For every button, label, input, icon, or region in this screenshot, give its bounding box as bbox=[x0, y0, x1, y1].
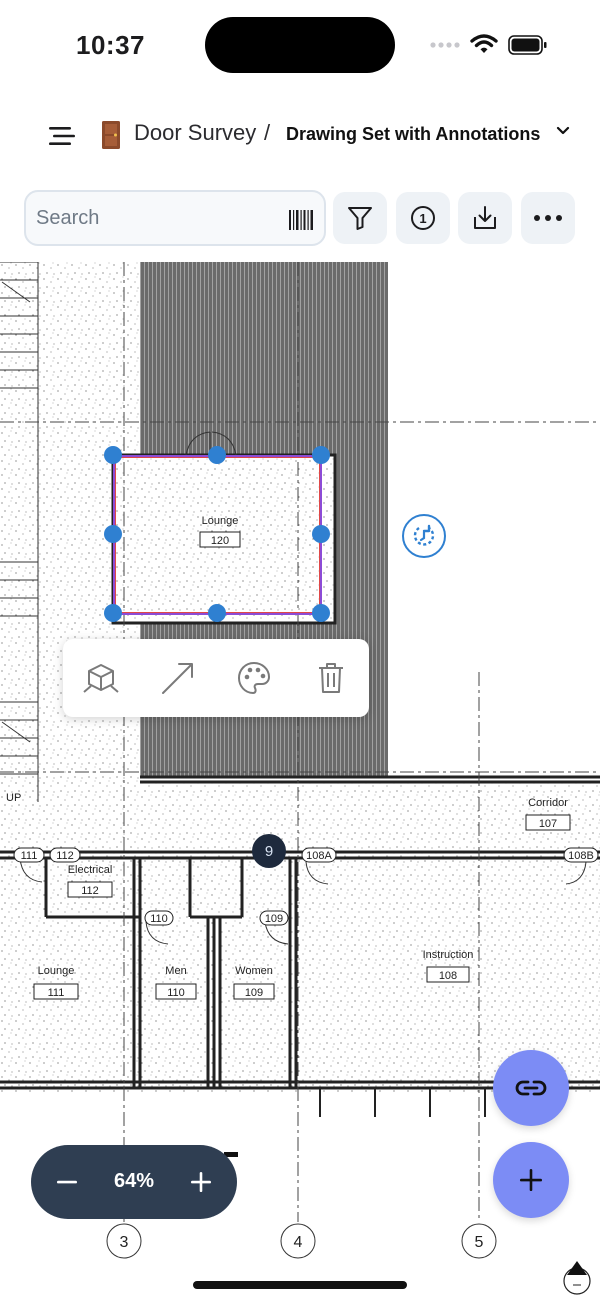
hamburger-icon bbox=[49, 127, 75, 145]
plus-icon bbox=[520, 1169, 542, 1191]
room-number: 112 bbox=[81, 885, 99, 897]
info-count: 1 bbox=[419, 211, 426, 226]
resize-handle-top-left[interactable] bbox=[104, 446, 122, 464]
stair-label: UP bbox=[6, 792, 21, 804]
search-input[interactable] bbox=[36, 200, 276, 236]
filter-icon bbox=[348, 207, 372, 230]
add-fab-button[interactable] bbox=[493, 1142, 569, 1218]
gridline-label: 4 bbox=[294, 1234, 303, 1251]
home-indicator bbox=[193, 1281, 407, 1289]
gridline-label: 3 bbox=[120, 1234, 129, 1251]
door-tag: 111 bbox=[21, 850, 38, 862]
resize-handle-right[interactable] bbox=[312, 525, 330, 543]
barcode-scan-icon[interactable] bbox=[288, 208, 314, 232]
rotate-button[interactable] bbox=[402, 514, 446, 558]
info-count-button[interactable]: 1 bbox=[396, 192, 450, 244]
rotate-icon bbox=[413, 524, 435, 546]
resize-handle-bottom[interactable] bbox=[208, 604, 226, 622]
room-name: Instruction bbox=[423, 949, 474, 961]
breadcrumb-app-title[interactable]: Door Survey bbox=[134, 120, 256, 146]
more-horizontal-icon bbox=[534, 215, 562, 221]
color-button[interactable] bbox=[232, 656, 276, 700]
room-number: 110 bbox=[167, 987, 185, 999]
drawing-title[interactable]: Drawing Set with Annotations bbox=[286, 124, 540, 145]
compass-icon[interactable] bbox=[561, 1259, 593, 1297]
search-box[interactable] bbox=[24, 190, 326, 246]
room-number: 108 bbox=[439, 970, 457, 982]
resize-handle-bottom-right[interactable] bbox=[312, 604, 330, 622]
annotation-pin-badge[interactable]: 9 bbox=[252, 834, 286, 868]
trash-icon bbox=[319, 663, 343, 693]
breadcrumb-separator: / bbox=[264, 120, 271, 145]
door-icon bbox=[102, 121, 120, 149]
3d-box-icon bbox=[83, 664, 119, 693]
gridline-label: 5 bbox=[475, 1234, 484, 1251]
toolbar: 1 bbox=[0, 188, 600, 250]
room-number: 107 bbox=[539, 818, 557, 830]
battery-icon bbox=[508, 35, 547, 55]
status-bar: 10:37 bbox=[0, 0, 600, 90]
download-button[interactable] bbox=[458, 192, 512, 244]
resize-handle-top-right[interactable] bbox=[312, 446, 330, 464]
menu-button[interactable] bbox=[44, 118, 80, 154]
room-name: Corridor bbox=[528, 797, 568, 809]
resize-handle-bottom-left[interactable] bbox=[104, 604, 122, 622]
link-fab-button[interactable] bbox=[493, 1050, 569, 1126]
door-tag: 108B bbox=[568, 850, 594, 862]
link-icon bbox=[515, 1080, 547, 1096]
door-tag: 109 bbox=[265, 913, 283, 925]
palette-icon bbox=[237, 661, 271, 695]
door-tag: 110 bbox=[150, 913, 168, 925]
more-button[interactable] bbox=[521, 192, 575, 244]
dynamic-island bbox=[205, 17, 395, 73]
door-tag: 112 bbox=[56, 850, 74, 862]
wifi-icon bbox=[470, 34, 498, 53]
zoom-in-button[interactable] bbox=[181, 1162, 221, 1202]
door-tag: 108A bbox=[306, 850, 332, 862]
room-name: Men bbox=[165, 965, 186, 977]
minus-icon bbox=[57, 1180, 77, 1184]
filter-button[interactable] bbox=[333, 192, 387, 244]
download-tray-icon bbox=[474, 206, 496, 229]
room-name: Lounge bbox=[38, 965, 75, 977]
status-time: 10:37 bbox=[76, 30, 145, 60]
room-number: 111 bbox=[48, 987, 65, 999]
chevron-down-icon[interactable] bbox=[556, 126, 570, 136]
numbered-circle-icon: 1 bbox=[411, 206, 435, 230]
resize-handle-left[interactable] bbox=[104, 525, 122, 543]
zoom-out-button[interactable] bbox=[47, 1162, 87, 1202]
zoom-control: 64% bbox=[31, 1145, 237, 1219]
room-name: Women bbox=[235, 965, 273, 977]
zoom-level: 64% bbox=[113, 1170, 155, 1192]
plus-icon bbox=[191, 1172, 211, 1192]
3d-view-button[interactable] bbox=[79, 656, 123, 700]
resize-handle-top[interactable] bbox=[208, 446, 226, 464]
arrow-tool-button[interactable] bbox=[156, 656, 200, 700]
arrow-icon bbox=[162, 663, 193, 694]
annotation-context-menu bbox=[63, 639, 369, 717]
cellular-signal-icon bbox=[430, 42, 460, 48]
selected-annotation[interactable] bbox=[113, 455, 322, 615]
delete-button[interactable] bbox=[309, 656, 353, 700]
room-name: Electrical bbox=[68, 864, 113, 876]
room-number: 109 bbox=[245, 987, 263, 999]
header: Door Survey / Drawing Set with Annotatio… bbox=[0, 100, 600, 170]
